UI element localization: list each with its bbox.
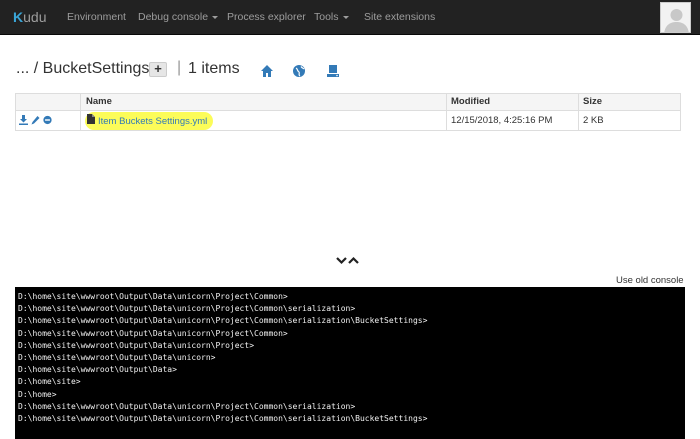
console-line: D:\home\site\wwwroot\Output\Data\unicorn… xyxy=(18,340,255,350)
console-line: D:\home\site\wwwroot\Output\Data\unicorn… xyxy=(18,304,356,314)
console-line: D:\home\site\wwwroot\Output\Data\unicorn… xyxy=(18,414,428,424)
breadcrumb-separator: | xyxy=(177,59,182,76)
nav-process-explorer-label: Process explorer xyxy=(227,11,306,23)
breadcrumb[interactable]: ... / BucketSettings xyxy=(16,60,149,78)
chevron-down-icon xyxy=(212,15,219,19)
use-old-console-link[interactable]: Use old console xyxy=(616,275,684,286)
chevron-down-icon xyxy=(342,15,349,19)
user-silhouette-icon xyxy=(661,3,690,32)
console-line: D:\home\site> xyxy=(18,377,81,387)
column-header-size[interactable]: Size xyxy=(583,96,602,107)
column-header-name[interactable]: Name xyxy=(86,96,112,107)
nav-debug-console-label: Debug console xyxy=(138,11,209,23)
top-navbar: Kudu Environment Debug console Process e… xyxy=(0,0,700,35)
console-line: D:\home\site\wwwroot\Output\Data\unicorn… xyxy=(18,292,288,301)
console-line: D:\home\site\wwwroot\Output\Data\unicorn… xyxy=(18,353,216,363)
file-name-link[interactable]: Item Buckets Settings.yml xyxy=(98,116,207,127)
file-icon xyxy=(87,114,95,124)
kudu-brand-link[interactable]: Kudu xyxy=(13,9,46,25)
nav-site-extensions-label: Site extensions xyxy=(364,11,436,23)
file-size: 2 KB xyxy=(583,115,604,126)
nav-process-explorer[interactable]: Process explorer xyxy=(227,11,306,23)
debug-console-terminal[interactable]: D:\home\site\wwwroot\Output\Data\unicorn… xyxy=(15,287,685,439)
console-line: D:\home\site\wwwroot\Output\Data\unicorn… xyxy=(18,328,288,338)
home-icon[interactable] xyxy=(260,64,274,78)
file-modified: 12/15/2018, 4:25:16 PM xyxy=(451,115,553,126)
chevron-up-icon xyxy=(348,256,359,264)
console-line: D:\home\site\wwwroot\Output\Data\unicorn… xyxy=(18,401,356,411)
table-header: Name Modified Size xyxy=(16,94,680,111)
column-header-modified[interactable]: Modified xyxy=(451,96,490,107)
edit-icon[interactable] xyxy=(31,115,40,125)
add-button[interactable]: + xyxy=(149,62,167,77)
brand-text: udu xyxy=(23,9,47,25)
drive-icon[interactable] xyxy=(326,64,340,78)
delete-icon[interactable] xyxy=(43,115,52,125)
nav-environment-label: Environment xyxy=(67,11,126,23)
chevron-down-icon xyxy=(336,257,347,265)
console-line: D:\home\site\wwwroot\Output\Data> xyxy=(18,365,177,375)
item-count: 1 items xyxy=(188,60,240,77)
console-line: D:\home> xyxy=(18,389,57,399)
brand-accent-letter: K xyxy=(13,9,24,25)
download-icon[interactable] xyxy=(19,115,28,125)
splitter-toggle[interactable] xyxy=(336,255,360,267)
nav-tools-label: Tools xyxy=(314,11,339,23)
console-line: D:\home\site\wwwroot\Output\Data\unicorn… xyxy=(18,316,428,326)
nav-site-extensions[interactable]: Site extensions xyxy=(364,11,435,23)
nav-debug-console[interactable]: Debug console xyxy=(138,11,219,23)
globe-icon[interactable] xyxy=(292,64,306,78)
nav-tools[interactable]: Tools xyxy=(314,11,349,23)
nav-environment[interactable]: Environment xyxy=(67,11,126,23)
user-avatar[interactable] xyxy=(660,2,691,33)
